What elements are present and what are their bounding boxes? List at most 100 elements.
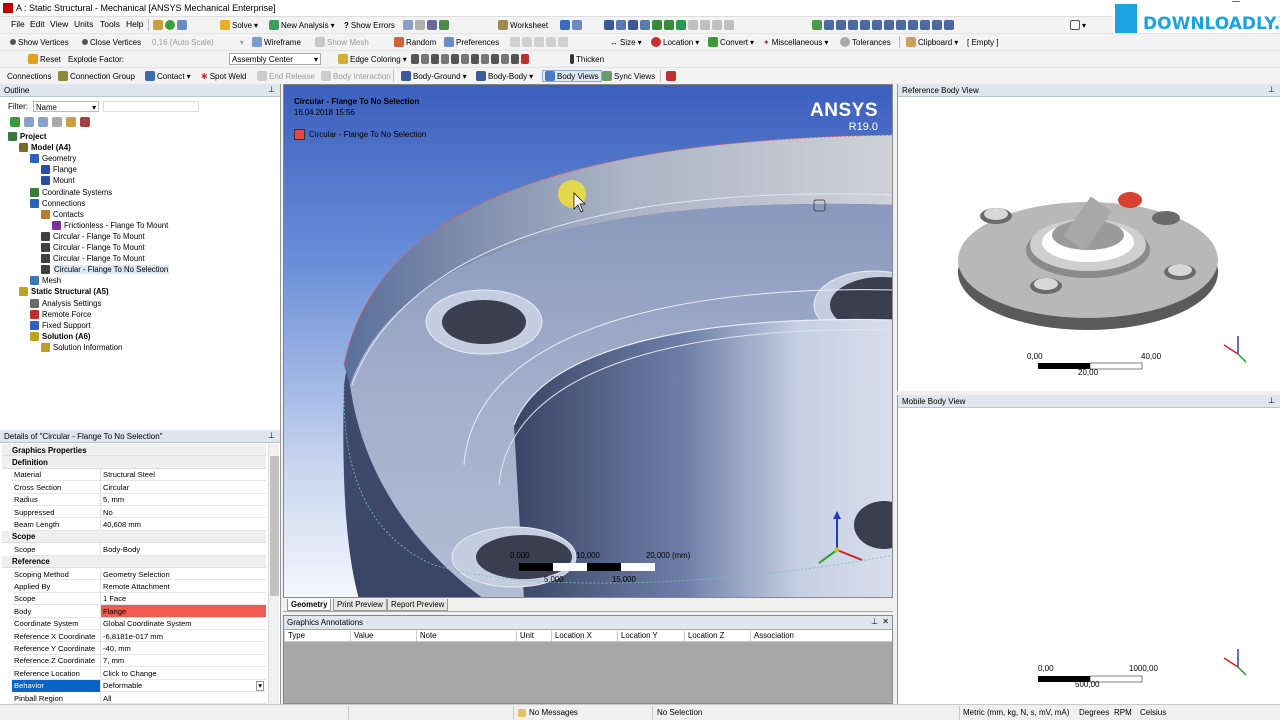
details-value[interactable]: Remote Attachment bbox=[100, 580, 266, 593]
details-row[interactable]: Scoping Method Geometry Selection bbox=[12, 568, 266, 581]
convert-button[interactable]: Convert ▾ bbox=[708, 36, 754, 48]
scrollbar-thumb[interactable] bbox=[270, 456, 279, 596]
toolbar-icons-left[interactable] bbox=[153, 19, 187, 31]
wireframe-button[interactable]: Wireframe bbox=[252, 36, 301, 48]
solve-button[interactable]: Solve ▾ bbox=[220, 19, 258, 31]
details-value[interactable]: Click to Change bbox=[100, 667, 266, 680]
reference-body-view[interactable]: Reference Body View ⊥ 0,00 40,00 20,00 bbox=[897, 84, 1280, 391]
misc-icons-1[interactable] bbox=[403, 19, 449, 31]
selection-icons[interactable] bbox=[560, 19, 582, 31]
details-section-header[interactable]: Graphics Properties bbox=[2, 444, 266, 457]
details-row[interactable]: Reference Z Coordinate 7, mm bbox=[12, 654, 266, 668]
tree-item[interactable]: Contacts bbox=[41, 209, 84, 219]
reset-button[interactable]: Reset bbox=[28, 53, 61, 65]
body-ground-button[interactable]: Body-Ground ▾ bbox=[401, 70, 467, 82]
tree-item[interactable]: Solution Information bbox=[41, 342, 122, 352]
show-vertices-button[interactable]: Show Vertices bbox=[10, 36, 69, 48]
tolerances-button[interactable]: Tolerances bbox=[840, 36, 891, 48]
connection-matrix-icon[interactable] bbox=[666, 70, 676, 82]
tree-item[interactable]: Remote Force bbox=[30, 309, 91, 319]
details-value[interactable]: Flange bbox=[100, 605, 266, 618]
menu-tools[interactable]: Tools bbox=[100, 19, 120, 29]
end-release-button[interactable]: End Release bbox=[257, 70, 315, 82]
tree-item[interactable]: Solution (A6) bbox=[30, 331, 91, 341]
expand-all-icon[interactable] bbox=[52, 117, 62, 127]
tree-item[interactable]: Circular - Flange To No Selection bbox=[41, 265, 170, 275]
auto-scale-field[interactable]: 0,16 (Auto Scale) ▾ bbox=[152, 36, 244, 48]
details-value[interactable]: -6,8181e-017 mm bbox=[100, 630, 266, 642]
details-value[interactable]: Geometry Selection bbox=[100, 568, 266, 580]
mobile-model-render[interactable] bbox=[898, 411, 1278, 701]
tree-item[interactable]: Fixed Support bbox=[30, 320, 91, 330]
tree-item[interactable]: Circular - Flange To Mount bbox=[41, 254, 145, 264]
tree-item[interactable]: Mount bbox=[41, 176, 75, 186]
details-row[interactable]: Body Flange bbox=[12, 605, 266, 618]
show-mesh-button[interactable]: Show Mesh bbox=[315, 36, 369, 48]
col-location-y[interactable]: Location Y bbox=[617, 631, 684, 642]
details-row[interactable]: Reference Y Coordinate -40, mm bbox=[12, 642, 266, 655]
details-row[interactable]: Material Structural Steel bbox=[12, 468, 266, 482]
tree-item[interactable]: Model (A4) bbox=[19, 143, 71, 153]
model-render[interactable] bbox=[284, 85, 893, 598]
menu-units[interactable]: Units bbox=[74, 19, 93, 29]
col-value[interactable]: Value bbox=[350, 631, 416, 642]
col-location-x[interactable]: Location X bbox=[551, 631, 617, 642]
geometry-viewport[interactable]: Circular - Flange To No Selection 16.04.… bbox=[283, 84, 893, 598]
details-section-header[interactable]: Scope bbox=[2, 530, 266, 544]
connection-group-button[interactable]: Connection Group bbox=[58, 70, 135, 82]
contact-button[interactable]: Contact ▾ bbox=[145, 70, 191, 82]
details-section-header[interactable]: Reference bbox=[2, 555, 266, 568]
preferences-button[interactable]: Preferences bbox=[444, 36, 499, 48]
menu-edit[interactable]: Edit bbox=[30, 19, 45, 29]
random-colors-button[interactable]: Random bbox=[394, 36, 436, 48]
tree-icon[interactable] bbox=[177, 20, 187, 30]
details-row[interactable]: Scope Body-Body bbox=[12, 543, 266, 556]
edge-icons[interactable] bbox=[510, 36, 568, 48]
details-row[interactable]: Cross Section Circular bbox=[12, 481, 266, 494]
details-row[interactable]: Scope 1 Face bbox=[12, 592, 266, 606]
reference-model-render[interactable] bbox=[898, 100, 1278, 390]
details-row[interactable]: Radius 5, mm bbox=[12, 493, 266, 506]
pin-icon[interactable]: ⊥ bbox=[1268, 85, 1275, 94]
edge-display-icons[interactable] bbox=[411, 53, 529, 65]
unit-system-status[interactable]: Metric (mm, kg, N, s, mV, mA) bbox=[963, 708, 1069, 717]
folder-icon[interactable] bbox=[66, 117, 76, 127]
location-button[interactable]: Location ▾ bbox=[651, 36, 699, 48]
pin-icon[interactable]: ⊥ bbox=[268, 85, 275, 94]
sync-views-button[interactable]: Sync Views bbox=[602, 70, 655, 82]
tree-item[interactable]: Circular - Flange To Mount bbox=[41, 231, 145, 241]
close-icon[interactable]: ✕ bbox=[882, 617, 889, 626]
worksheet-button[interactable]: Worksheet bbox=[498, 19, 548, 31]
body-interaction-button[interactable]: Body Interaction bbox=[321, 70, 391, 82]
view-icons[interactable] bbox=[812, 19, 954, 31]
temperature-units-status[interactable]: Celsius bbox=[1140, 708, 1166, 717]
miscellaneous-button[interactable]: ✦ Miscellaneous ▾ bbox=[763, 36, 828, 48]
details-value[interactable]: Global Coordinate System bbox=[100, 617, 266, 630]
menu-view[interactable]: View bbox=[50, 19, 68, 29]
filter-dropdown[interactable]: Name ▾ bbox=[33, 101, 99, 112]
filter-search-input[interactable] bbox=[103, 101, 199, 112]
tree-item[interactable]: Coordinate Systems bbox=[30, 187, 112, 197]
details-value[interactable]: -40, mm bbox=[100, 642, 266, 655]
col-location-z[interactable]: Location Z bbox=[684, 631, 750, 642]
sort-icon[interactable] bbox=[80, 117, 90, 127]
details-row[interactable]: Applied By Remote Attachment bbox=[12, 580, 266, 593]
body-body-button[interactable]: Body-Body ▾ bbox=[476, 70, 533, 82]
details-value[interactable]: Deformable bbox=[100, 679, 266, 692]
details-section-header[interactable]: Definition bbox=[2, 456, 266, 469]
pin-icon[interactable]: ⊥ bbox=[871, 617, 878, 626]
details-row[interactable]: Suppressed No bbox=[12, 506, 266, 519]
tree-item[interactable]: Analysis Settings bbox=[30, 298, 101, 308]
details-scrollbar[interactable] bbox=[268, 444, 279, 704]
mobile-body-view[interactable]: Mobile Body View ⊥ 0,00 1000,00 500,00 bbox=[897, 395, 1280, 704]
edge-coloring-button[interactable]: Edge Coloring ▾ bbox=[338, 53, 407, 65]
col-note[interactable]: Note bbox=[416, 631, 516, 642]
details-row[interactable]: Beam Length 40,608 mm bbox=[12, 518, 266, 531]
tree-item[interactable]: Mesh bbox=[30, 276, 61, 286]
assembly-center-dropdown[interactable]: Assembly Center ▾ bbox=[229, 53, 321, 65]
expand-icon[interactable] bbox=[38, 117, 48, 127]
details-row[interactable]: Coordinate System Global Coordinate Syste… bbox=[12, 617, 266, 630]
details-value[interactable]: 7, mm bbox=[100, 654, 266, 667]
chevron-down-icon[interactable]: ▾ bbox=[256, 680, 264, 691]
tree-item[interactable]: Connections bbox=[30, 198, 85, 208]
